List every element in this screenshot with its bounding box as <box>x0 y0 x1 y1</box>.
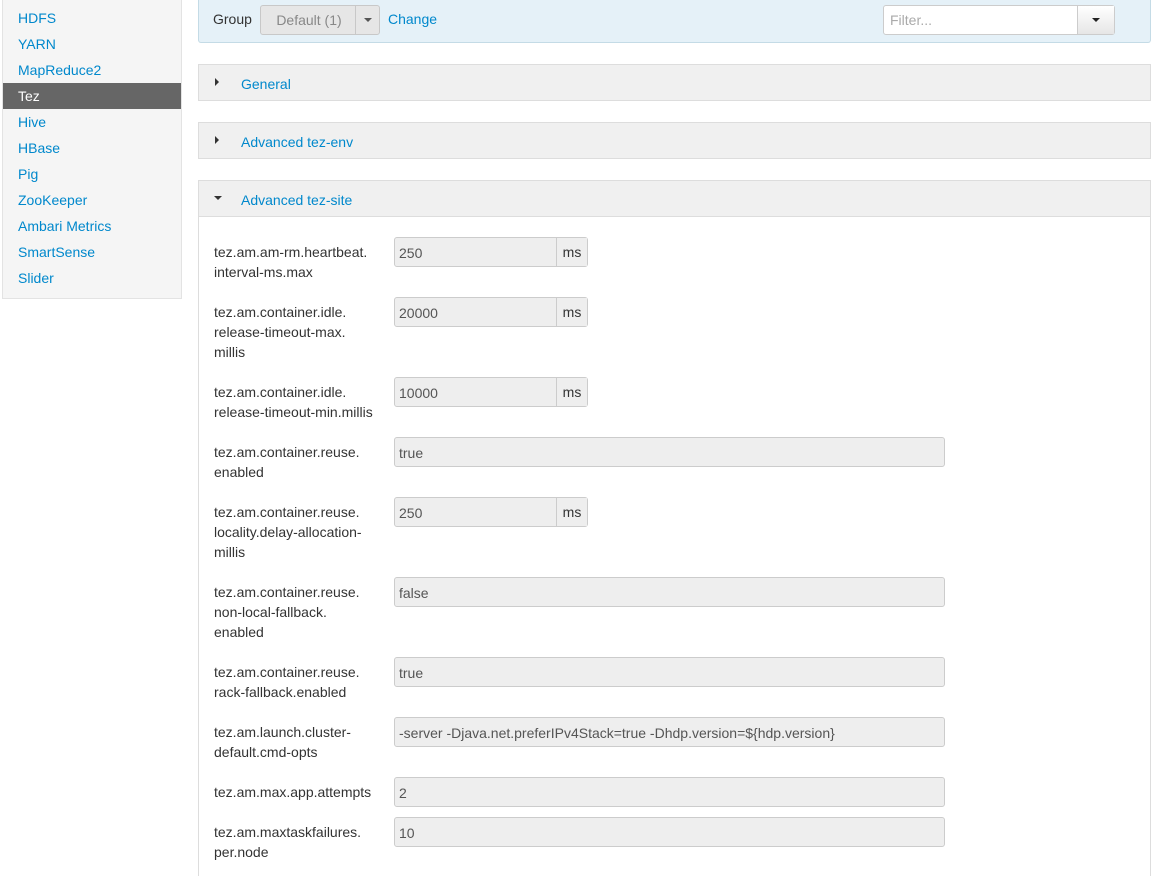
config-input[interactable]: false <box>394 577 945 607</box>
chevron-down-icon <box>364 18 372 22</box>
section-title-advanced-tez-env[interactable]: Advanced tez-env <box>241 134 353 150</box>
sidebar-item-ambari-metrics[interactable]: Ambari Metrics <box>3 213 181 239</box>
config-value: false <box>399 585 429 601</box>
group-select-value: Default (1) <box>276 12 342 28</box>
config-unit: ms <box>556 378 587 406</box>
config-value: 250 <box>399 245 423 261</box>
config-value: true <box>399 665 424 681</box>
section-title-advanced-tez-site[interactable]: Advanced tez-site <box>241 192 352 208</box>
config-label: tez.am.container.reuse. locality.delay-a… <box>214 504 362 560</box>
collapse-arrow-icon <box>214 196 222 200</box>
sidebar-item-slider[interactable]: Slider <box>3 265 181 291</box>
config-input[interactable]: 20000 ms <box>394 297 588 327</box>
config-label: tez.am.container.idle. release-timeout-m… <box>214 304 347 360</box>
section-advanced-tez-site[interactable]: Advanced tez-site <box>198 180 1151 217</box>
config-group-bar: Group Default (1) Change <box>198 0 1151 43</box>
service-sidebar: HDFS YARN MapReduce2 Tez Hive HBase Pig … <box>2 0 182 299</box>
config-input[interactable]: 10 <box>394 817 945 847</box>
config-value: 250 <box>399 505 423 521</box>
chevron-down-icon <box>1092 18 1100 22</box>
sidebar-item-pig[interactable]: Pig <box>3 161 181 187</box>
sidebar-item-hbase[interactable]: HBase <box>3 135 181 161</box>
expand-arrow-icon <box>215 78 219 86</box>
sidebar-item-yarn[interactable]: YARN <box>3 31 181 57</box>
sidebar-item-hdfs[interactable]: HDFS <box>3 5 181 31</box>
config-label: tez.am.max.app.attempts <box>214 784 372 800</box>
sidebar-item-smartsense[interactable]: SmartSense <box>3 239 181 265</box>
config-label: tez.am.container.reuse. rack-fallback.en… <box>214 664 360 700</box>
change-group-link[interactable]: Change <box>388 11 437 27</box>
config-unit: ms <box>556 498 587 526</box>
config-label: tez.am.maxtaskfailures. per.node <box>214 824 362 860</box>
config-input[interactable]: true <box>394 657 945 687</box>
config-label: tez.am.container.idle. release-timeout-m… <box>214 384 373 420</box>
config-value: 10000 <box>399 385 438 401</box>
config-input[interactable]: -server -Djava.net.preferIPv4Stack=true … <box>394 717 945 747</box>
group-label: Group <box>213 11 252 27</box>
config-input[interactable]: 10000 ms <box>394 377 588 407</box>
group-dropdown-toggle[interactable] <box>355 6 379 34</box>
section-advanced-tez-env[interactable]: Advanced tez-env <box>198 122 1151 159</box>
expand-arrow-icon <box>215 136 219 144</box>
config-input[interactable]: true <box>394 437 945 467</box>
filter-dropdown-button[interactable] <box>1077 6 1114 34</box>
config-label: tez.am.launch.cluster- default.cmd-opts <box>214 724 351 760</box>
config-label: tez.am.am-rm.heartbeat. interval-ms.max <box>214 244 368 280</box>
filter-control <box>883 5 1115 35</box>
section-general[interactable]: General <box>198 64 1151 101</box>
sidebar-item-hive[interactable]: Hive <box>3 109 181 135</box>
config-value: 20000 <box>399 305 438 321</box>
config-unit: ms <box>556 298 587 326</box>
config-value: true <box>399 445 424 461</box>
config-value: 2 <box>399 785 407 801</box>
config-label: tez.am.container.reuse. enabled <box>214 444 360 480</box>
sidebar-item-zookeeper[interactable]: ZooKeeper <box>3 187 181 213</box>
config-input[interactable]: 250 ms <box>394 497 588 527</box>
group-select[interactable]: Default (1) <box>260 5 380 35</box>
sidebar-item-mapreduce2[interactable]: MapReduce2 <box>3 57 181 83</box>
config-input[interactable]: 2 <box>394 777 945 807</box>
sidebar-item-tez[interactable]: Tez <box>3 83 181 109</box>
config-input[interactable]: 250 ms <box>394 237 588 267</box>
config-label: tez.am.container.reuse. non-local-fallba… <box>214 584 360 640</box>
config-value: -server -Djava.net.preferIPv4Stack=true … <box>399 725 835 741</box>
config-unit: ms <box>556 238 587 266</box>
filter-input[interactable] <box>884 6 1088 34</box>
config-value: 10 <box>399 825 415 841</box>
section-title-general[interactable]: General <box>241 76 291 92</box>
